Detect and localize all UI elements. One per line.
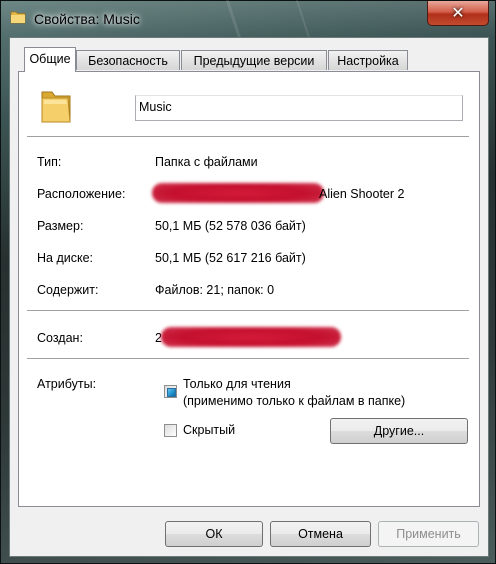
cancel-button[interactable]: Отмена <box>270 521 371 547</box>
type-label: Тип: <box>37 155 62 169</box>
location-value: Alien Shooter 2 <box>319 187 405 201</box>
size-label: Размер: <box>37 219 84 233</box>
general-tab-panel: Music Тип: Папка с файлами Расположение:… <box>18 71 480 507</box>
apply-button[interactable]: Применить <box>378 521 479 547</box>
folder-name-input[interactable]: Music <box>135 95 463 121</box>
created-label: Создан: <box>37 331 83 345</box>
redaction-mark <box>161 327 341 347</box>
window-title: Свойства: Music <box>34 11 140 27</box>
disk-size-value: 50,1 МБ (52 617 216 байт) <box>155 251 306 265</box>
other-attributes-button[interactable]: Другие... <box>330 418 468 444</box>
divider <box>27 310 469 312</box>
contains-label: Содержит: <box>37 283 99 297</box>
tab-previous-versions[interactable]: Предыдущие версии <box>181 50 327 70</box>
window-frame: Свойства: Music ✕ Общие Безопасность Пре… <box>0 0 496 564</box>
button-label: Другие... <box>373 424 425 438</box>
divider <box>27 358 469 360</box>
readonly-label: Только для чтения <box>183 377 291 391</box>
folder-icon <box>10 11 26 24</box>
location-label: Расположение: <box>37 187 126 201</box>
button-label: Применить <box>396 527 461 541</box>
tab-label: Предыдущие версии <box>193 54 315 68</box>
button-label: ОК <box>205 527 223 541</box>
readonly-checkbox[interactable] <box>164 385 177 398</box>
tab-label: Безопасность <box>88 54 168 68</box>
tab-security[interactable]: Безопасность <box>76 50 180 70</box>
tab-customize[interactable]: Настройка <box>328 50 408 70</box>
contains-value: Файлов: 21; папок: 0 <box>155 283 275 297</box>
button-label: Отмена <box>298 527 343 541</box>
type-value: Папка с файлами <box>155 155 258 169</box>
ok-button[interactable]: ОК <box>165 521 263 547</box>
dialog-client: Общие Безопасность Предыдущие версии Нас… <box>9 37 489 557</box>
readonly-note: (применимо только к файлам в папке) <box>183 394 406 408</box>
attributes-label: Атрибуты: <box>37 377 97 391</box>
redaction-mark <box>152 183 324 203</box>
tab-label: Общие <box>29 52 71 66</box>
size-value: 50,1 МБ (52 578 036 байт) <box>155 219 306 233</box>
close-button[interactable]: ✕ <box>427 1 489 26</box>
disk-size-label: На диске: <box>37 251 94 265</box>
tab-general[interactable]: Общие <box>24 47 76 72</box>
close-icon: ✕ <box>451 5 465 22</box>
tab-label: Настройка <box>337 54 399 68</box>
hidden-label: Скрытый <box>183 423 236 437</box>
folder-icon <box>41 91 71 123</box>
divider <box>27 136 469 138</box>
hidden-checkbox[interactable] <box>164 424 177 437</box>
